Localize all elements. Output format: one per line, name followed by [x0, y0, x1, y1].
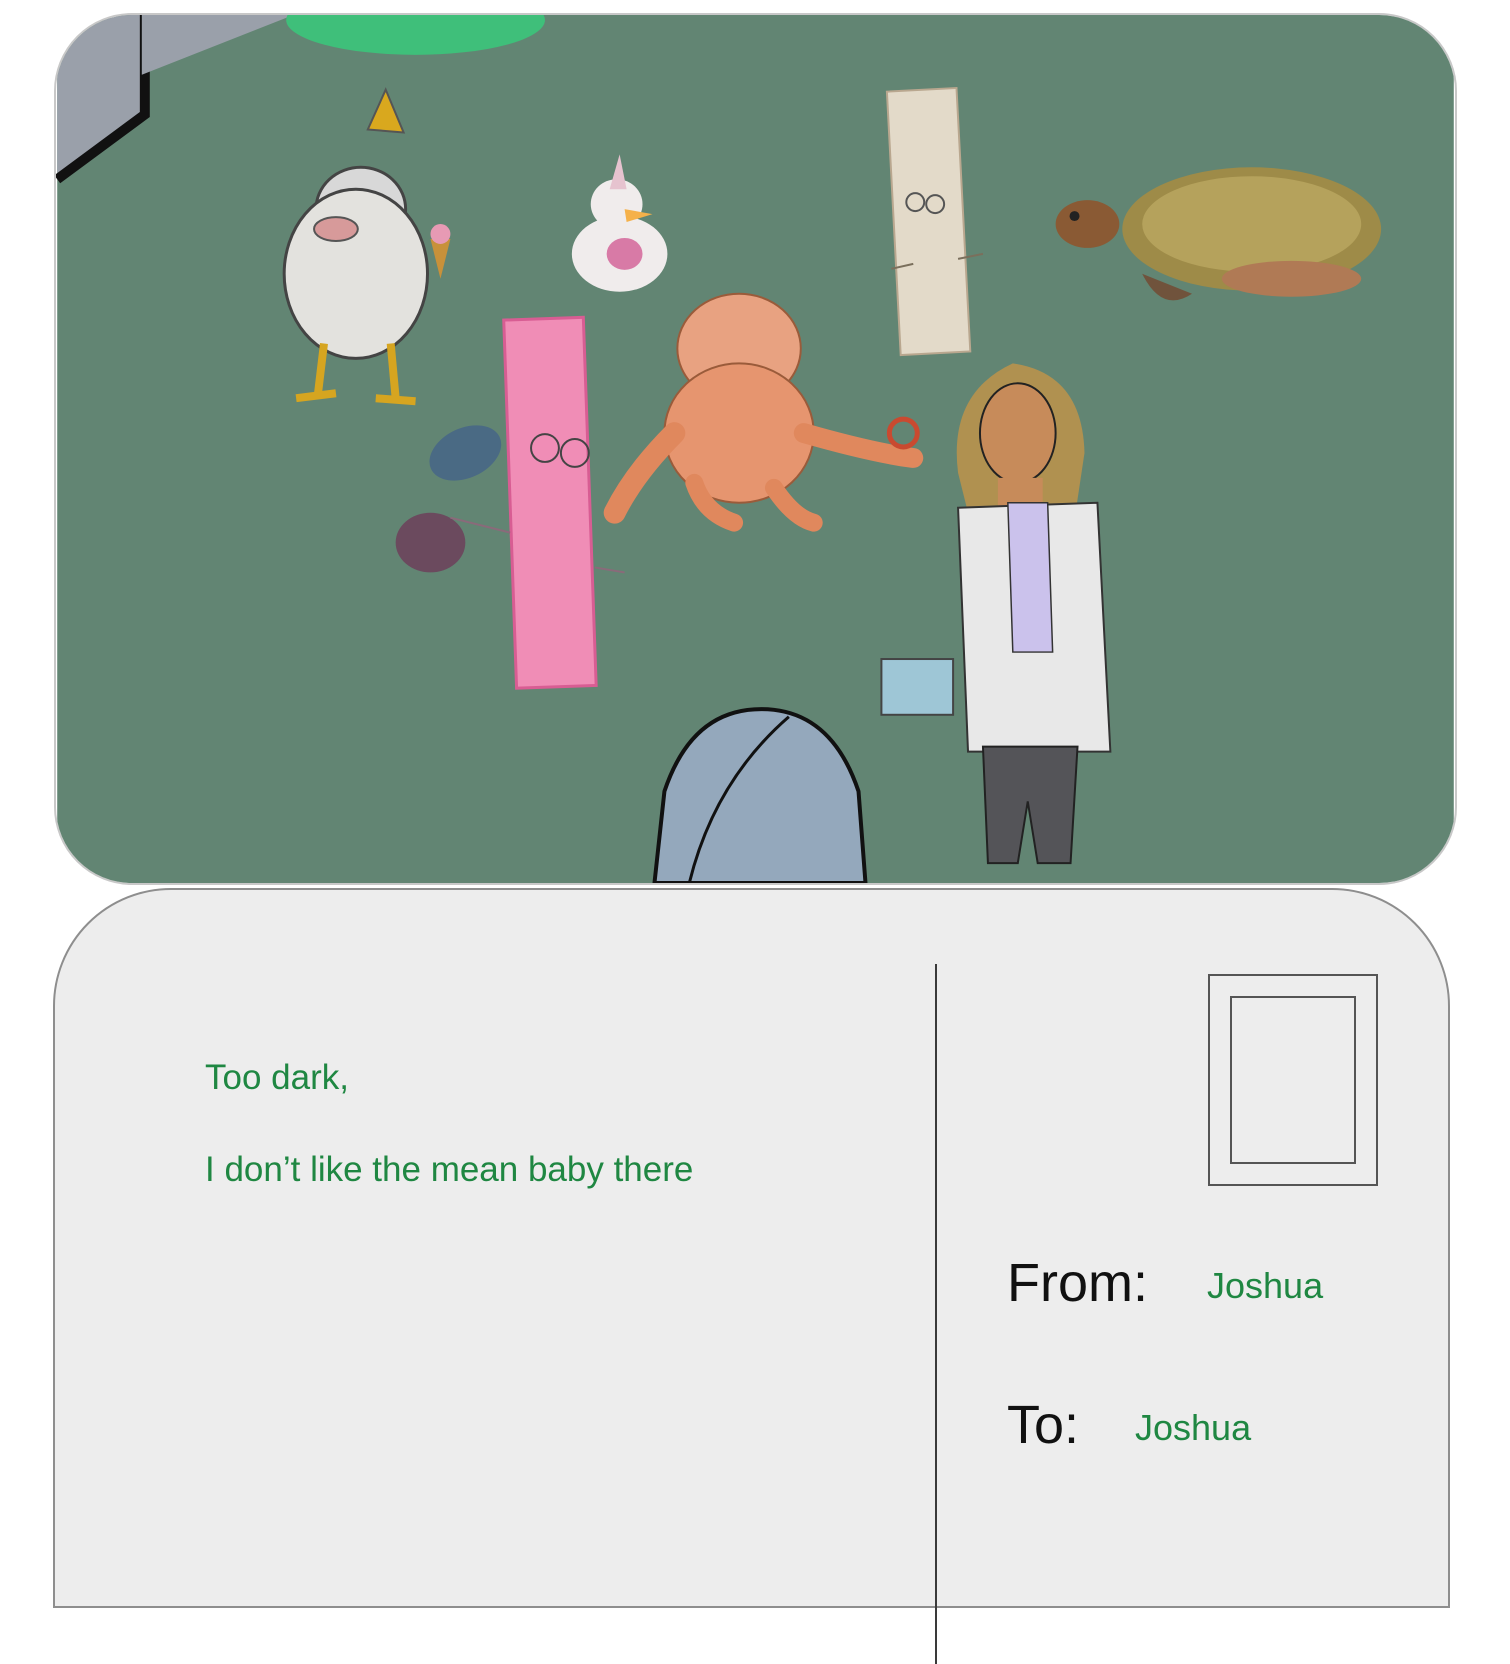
from-label: From: — [1007, 1253, 1148, 1313]
stamp-inner-box — [1230, 996, 1356, 1164]
message-line-2: I don’t like the mean baby there — [205, 1150, 694, 1189]
stamp-box — [1208, 974, 1378, 1186]
to-value: Joshua — [1135, 1407, 1252, 1448]
scene-image — [54, 13, 1457, 885]
card-divider — [935, 964, 937, 1664]
to-label: To: — [1007, 1395, 1080, 1455]
message-line-1: Too dark, — [205, 1058, 349, 1097]
from-value: Joshua — [1207, 1265, 1324, 1306]
postcard-back: Too dark, I don’t like the mean baby the… — [53, 888, 1450, 1664]
